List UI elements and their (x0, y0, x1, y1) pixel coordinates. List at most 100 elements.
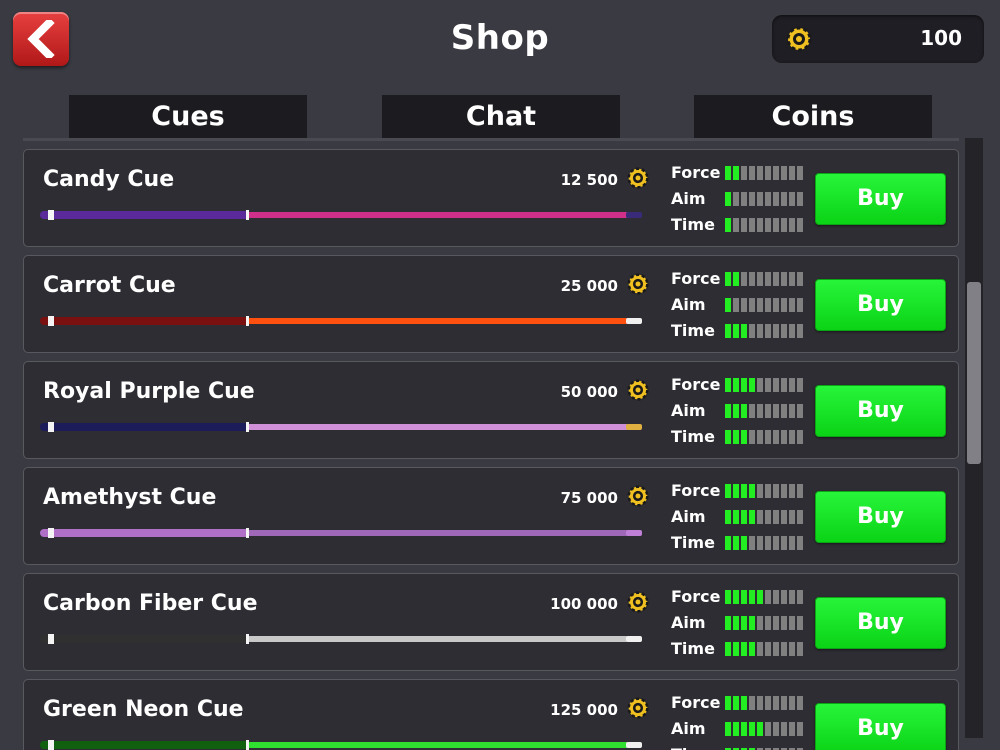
stat-segment (773, 696, 779, 710)
stat-segment (741, 590, 747, 604)
stat-label: Aim (671, 719, 706, 738)
stat-segment (781, 510, 787, 524)
stat-segment (789, 192, 795, 206)
stat-segment (725, 324, 731, 338)
buy-button[interactable]: Buy (815, 173, 946, 225)
stat-segment (741, 166, 747, 180)
stat-segment (773, 616, 779, 630)
stat-segment (773, 430, 779, 444)
stat-segment (789, 642, 795, 656)
stat-segment (749, 404, 755, 418)
stat-segment (733, 616, 739, 630)
cue-bumper (48, 740, 54, 750)
stat-segment (797, 378, 803, 392)
stat-label: Time (671, 533, 715, 552)
buy-button[interactable]: Buy (815, 279, 946, 331)
stat-segment (781, 642, 787, 656)
coin-icon (627, 485, 649, 507)
tab-chat[interactable]: Chat (382, 95, 620, 138)
stat-segment (789, 510, 795, 524)
stat-label: Aim (671, 613, 706, 632)
stat-segment (725, 696, 731, 710)
stat-segment (773, 378, 779, 392)
stat-segment (749, 192, 755, 206)
cue-list[interactable]: Candy Cue 12 500 Force Aim Time Buy Carr… (13, 138, 971, 750)
cue-price: 100 000 (550, 595, 618, 613)
stat-aim-bar (725, 404, 803, 418)
stat-label: Force (671, 481, 721, 500)
cue-bumper (48, 528, 54, 538)
stat-segment (741, 378, 747, 392)
coin-icon (786, 26, 812, 52)
cue-name: Amethyst Cue (43, 485, 217, 510)
stat-segment (741, 324, 747, 338)
buy-button[interactable]: Buy (815, 491, 946, 543)
stat-segment (765, 536, 771, 550)
buy-button[interactable]: Buy (815, 597, 946, 649)
cue-shaft (248, 636, 628, 642)
stat-time-bar (725, 642, 803, 656)
cue-price: 25 000 (560, 277, 618, 295)
stat-segment (757, 298, 763, 312)
stat-segment (765, 642, 771, 656)
stat-segment (741, 696, 747, 710)
cue-shaft (248, 424, 628, 430)
stat-segment (781, 536, 787, 550)
stat-label: Time (671, 215, 715, 234)
stat-segment (789, 616, 795, 630)
stat-segment (741, 722, 747, 736)
stat-segment (741, 616, 747, 630)
stat-segment (725, 166, 731, 180)
coin-icon (627, 591, 649, 613)
cue-bumper (48, 316, 54, 326)
scrollbar-thumb[interactable] (967, 282, 981, 464)
stat-time-bar (725, 430, 803, 444)
stat-segment (733, 192, 739, 206)
stat-segment (781, 324, 787, 338)
stat-segment (773, 590, 779, 604)
tab-cues[interactable]: Cues (69, 95, 307, 138)
stat-segment (765, 272, 771, 286)
stat-segment (797, 192, 803, 206)
stat-segment (789, 722, 795, 736)
stat-segment (765, 298, 771, 312)
stat-segment (773, 642, 779, 656)
stat-segment (741, 272, 747, 286)
stat-segment (733, 166, 739, 180)
stat-aim-bar (725, 192, 803, 206)
stat-segment (749, 484, 755, 498)
stat-label: Time (671, 639, 715, 658)
stat-label: Force (671, 375, 721, 394)
stat-segment (757, 430, 763, 444)
stat-segment (725, 430, 731, 444)
stat-segment (725, 272, 731, 286)
stat-segment (789, 430, 795, 444)
coin-icon (627, 167, 649, 189)
stat-segment (797, 324, 803, 338)
stat-segment (757, 324, 763, 338)
stat-segment (781, 430, 787, 444)
stat-label: Aim (671, 295, 706, 314)
stat-segment (781, 218, 787, 232)
stat-segment (781, 590, 787, 604)
coin-balance: 100 (772, 15, 984, 63)
list-divider (23, 138, 959, 141)
stat-segment (797, 166, 803, 180)
stat-segment (773, 484, 779, 498)
buy-button[interactable]: Buy (815, 703, 946, 750)
stat-time-bar (725, 536, 803, 550)
stat-segment (789, 166, 795, 180)
stat-segment (741, 536, 747, 550)
stat-segment (781, 298, 787, 312)
tab-coins[interactable]: Coins (694, 95, 932, 138)
stat-segment (765, 218, 771, 232)
stat-segment (765, 324, 771, 338)
stat-segment (781, 616, 787, 630)
stat-segment (789, 536, 795, 550)
stat-segment (757, 696, 763, 710)
cue-tip (626, 636, 642, 642)
stat-segment (725, 536, 731, 550)
stat-segment (773, 218, 779, 232)
stat-segment (773, 192, 779, 206)
buy-button[interactable]: Buy (815, 385, 946, 437)
